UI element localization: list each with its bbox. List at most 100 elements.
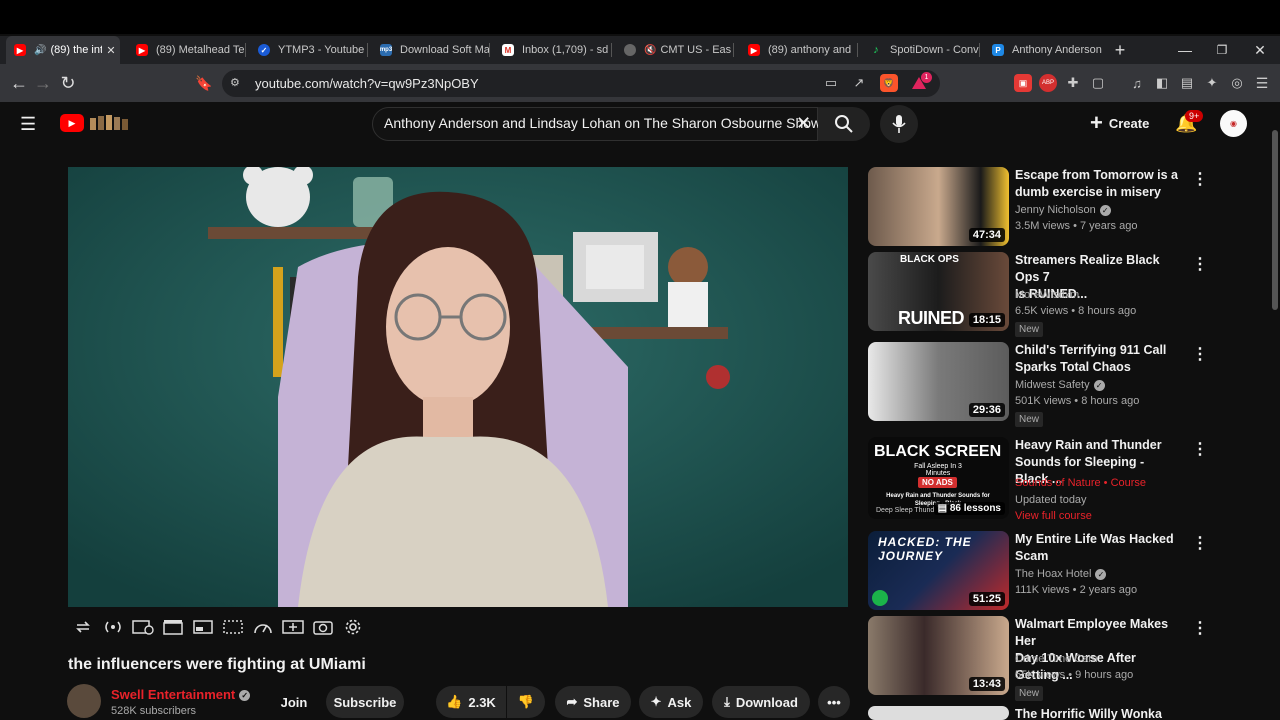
recommendation-channel[interactable]: The Hoax Hotel ✓ — [1015, 568, 1107, 580]
speaker-icon[interactable]: 🔊 — [34, 45, 46, 56]
tab-gmail[interactable]: M Inbox (1,709) - sd — [494, 36, 612, 64]
forward-button[interactable]: → — [30, 70, 56, 96]
pip-icon[interactable] — [188, 610, 218, 644]
gear-icon[interactable] — [338, 610, 368, 644]
close-window-button[interactable]: ✕ — [1245, 36, 1275, 64]
clapper-icon[interactable] — [158, 610, 188, 644]
video-player[interactable] — [68, 167, 848, 607]
download-button[interactable]: ⤓ Download — [712, 686, 810, 718]
speed-icon[interactable] — [248, 610, 278, 644]
account-avatar[interactable]: ◉ — [1220, 110, 1247, 137]
search-button[interactable] — [818, 107, 870, 141]
back-button[interactable]: ← — [6, 70, 32, 96]
recommendation-title[interactable]: The Horrific Willy Wonka — [1015, 706, 1180, 720]
recommendation-title[interactable]: My Entire Life Was Hacked Scam — [1015, 531, 1180, 565]
tab-spotidown[interactable]: ♪ SpotiDown - Conv — [862, 36, 980, 64]
extensions-icon[interactable]: ✚ — [1064, 74, 1082, 92]
recommendation-item[interactable]: 13:43 Walmart Employee Makes Her Day 10x … — [868, 616, 1208, 701]
more-vert-icon[interactable]: ⋮ — [1192, 169, 1208, 189]
course-item[interactable]: BLACK SCREEN Fall Asleep In 3 Minutes NO… — [868, 437, 1208, 523]
recommendation-title[interactable]: Child's Terrifying 911 Call Sparks Total … — [1015, 342, 1180, 376]
join-button[interactable]: Join — [262, 686, 326, 718]
tab-active[interactable]: ▶ 🔊 (89) the int ✕ — [6, 36, 120, 64]
tab-metalhead[interactable]: ▶ (89) Metalhead Te — [128, 36, 246, 64]
more-actions-button[interactable]: ••• — [818, 686, 850, 718]
more-vert-icon[interactable]: ⋮ — [1192, 344, 1208, 364]
recommendation-channel[interactable]: Sounds of Nature • Course — [1015, 477, 1146, 489]
frame-step-icon[interactable] — [278, 610, 308, 644]
page-scrollbar[interactable] — [1272, 130, 1278, 310]
subscribe-button[interactable]: Subscribe — [326, 686, 404, 718]
more-vert-icon[interactable]: ⋮ — [1192, 439, 1208, 459]
bookmark-icon[interactable]: 🔖 — [191, 70, 217, 96]
vpn-icon[interactable]: ◎ — [1228, 74, 1246, 92]
reload-button[interactable]: ↻ — [55, 70, 81, 96]
video-thumbnail[interactable]: 47:34 — [868, 167, 1009, 246]
screenshot-icon[interactable] — [308, 610, 338, 644]
wallet-icon[interactable]: ▤ — [1178, 74, 1196, 92]
thumbnail-text: HACKED: THE JOURNEY — [878, 535, 972, 563]
minimize-button[interactable]: — — [1170, 36, 1200, 64]
video-thumbnail[interactable] — [868, 706, 1009, 720]
recommendation-item[interactable]: 29:36 Child's Terrifying 911 Call Sparks … — [868, 342, 1208, 427]
video-thumbnail[interactable]: BLACK OPS RUINED 18:15 — [868, 252, 1009, 331]
cinema-icon[interactable] — [218, 610, 248, 644]
loop-icon[interactable] — [68, 610, 98, 644]
cast-icon[interactable]: ▭ — [822, 74, 840, 92]
ask-button[interactable]: ✦ Ask — [639, 686, 703, 718]
recommendation-channel[interactable]: MoreWisdxm — [1015, 289, 1079, 301]
video-thumbnail[interactable]: 29:36 — [868, 342, 1009, 421]
course-thumbnail[interactable]: BLACK SCREEN Fall Asleep In 3 Minutes NO… — [868, 437, 1009, 519]
menu-icon[interactable]: ☰ — [1253, 74, 1271, 92]
doodle-logo[interactable] — [88, 112, 130, 132]
ext-red-icon[interactable]: ▣ — [1014, 74, 1032, 92]
recommendation-channel[interactable]: Jenny Nicholson ✓ — [1015, 204, 1111, 216]
maximize-button[interactable]: ❐ — [1207, 36, 1237, 64]
channel-name[interactable]: Swell Entertainment ✓ — [111, 687, 251, 702]
leo-ai-icon[interactable]: ✦ — [1203, 74, 1221, 92]
youtube-logo-icon[interactable]: ▶ — [60, 114, 84, 132]
audio-broadcast-icon[interactable] — [98, 610, 128, 644]
channel-avatar[interactable] — [67, 684, 101, 718]
more-vert-icon[interactable]: ⋮ — [1192, 533, 1208, 553]
voice-search-button[interactable] — [880, 105, 918, 143]
recommendation-channel[interactable]: Crime Time Cam — [1015, 653, 1098, 665]
recommendation-item[interactable]: 47:34 Escape from Tomorrow is a dumb exer… — [868, 167, 1208, 249]
tab-ytmp3[interactable]: ✓ YTMP3 - Youtube — [250, 36, 368, 64]
recommendation-item[interactable]: The Horrific Willy Wonka — [868, 706, 1188, 720]
tab-download-soft[interactable]: mp3 Download Soft Ma — [372, 36, 490, 64]
hamburger-icon[interactable]: ☰ — [20, 114, 36, 135]
new-tab-button[interactable]: + — [1110, 36, 1130, 64]
brave-shield-icon[interactable]: 🦁 — [880, 74, 898, 92]
recommendation-channel[interactable]: Midwest Safety ✓ — [1015, 379, 1105, 391]
close-tab-icon[interactable]: ✕ — [102, 44, 120, 57]
recommendation-item[interactable]: BLACK OPS RUINED 18:15 Streamers Realize… — [868, 252, 1208, 337]
share-icon: ➦ — [566, 694, 578, 709]
sidebar-icon[interactable]: ◧ — [1153, 74, 1171, 92]
video-thumbnail[interactable]: 13:43 — [868, 616, 1009, 695]
duration-badge: 13:43 — [968, 677, 1005, 691]
recommendation-item[interactable]: HACKED: THE JOURNEY 51:25 My Entire Life… — [868, 531, 1208, 613]
media-icon[interactable]: ♫ — [1128, 74, 1146, 92]
clear-search-icon[interactable]: ✕ — [796, 113, 811, 134]
search-input[interactable]: Anthony Anderson and Lindsay Lohan on Th… — [384, 115, 821, 131]
recommendation-title[interactable]: Escape from Tomorrow is a dumb exercise i… — [1015, 167, 1180, 201]
tab-cmt[interactable]: 🔇 CMT US - Eas — [616, 36, 734, 64]
adblock-icon[interactable]: ABP — [1039, 74, 1057, 92]
dislike-button[interactable]: 👎 — [507, 686, 545, 718]
share-button[interactable]: ➦ Share — [555, 686, 631, 718]
more-vert-icon[interactable]: ⋮ — [1192, 618, 1208, 638]
like-button[interactable]: 👍 2.3K — [436, 686, 506, 718]
create-button[interactable]: + Create — [1090, 112, 1149, 134]
video-thumbnail[interactable]: HACKED: THE JOURNEY 51:25 — [868, 531, 1009, 610]
site-settings-icon[interactable]: ⚙ — [230, 76, 244, 90]
muted-icon[interactable]: 🔇 — [644, 45, 656, 56]
tab-anthony-anderson[interactable]: P Anthony Anderson — [984, 36, 1102, 64]
share-page-icon[interactable]: ↗ — [850, 74, 868, 92]
ext-box-icon[interactable]: ▢ — [1089, 74, 1107, 92]
tab-anthony-yt[interactable]: ▶ (89) anthony and — [740, 36, 858, 64]
more-vert-icon[interactable]: ⋮ — [1192, 254, 1208, 274]
url-text[interactable]: youtube.com/watch?v=qw9Pz3NpOBY — [255, 76, 479, 91]
view-course-link[interactable]: View full course — [1015, 510, 1092, 522]
settings-video-icon[interactable] — [128, 610, 158, 644]
